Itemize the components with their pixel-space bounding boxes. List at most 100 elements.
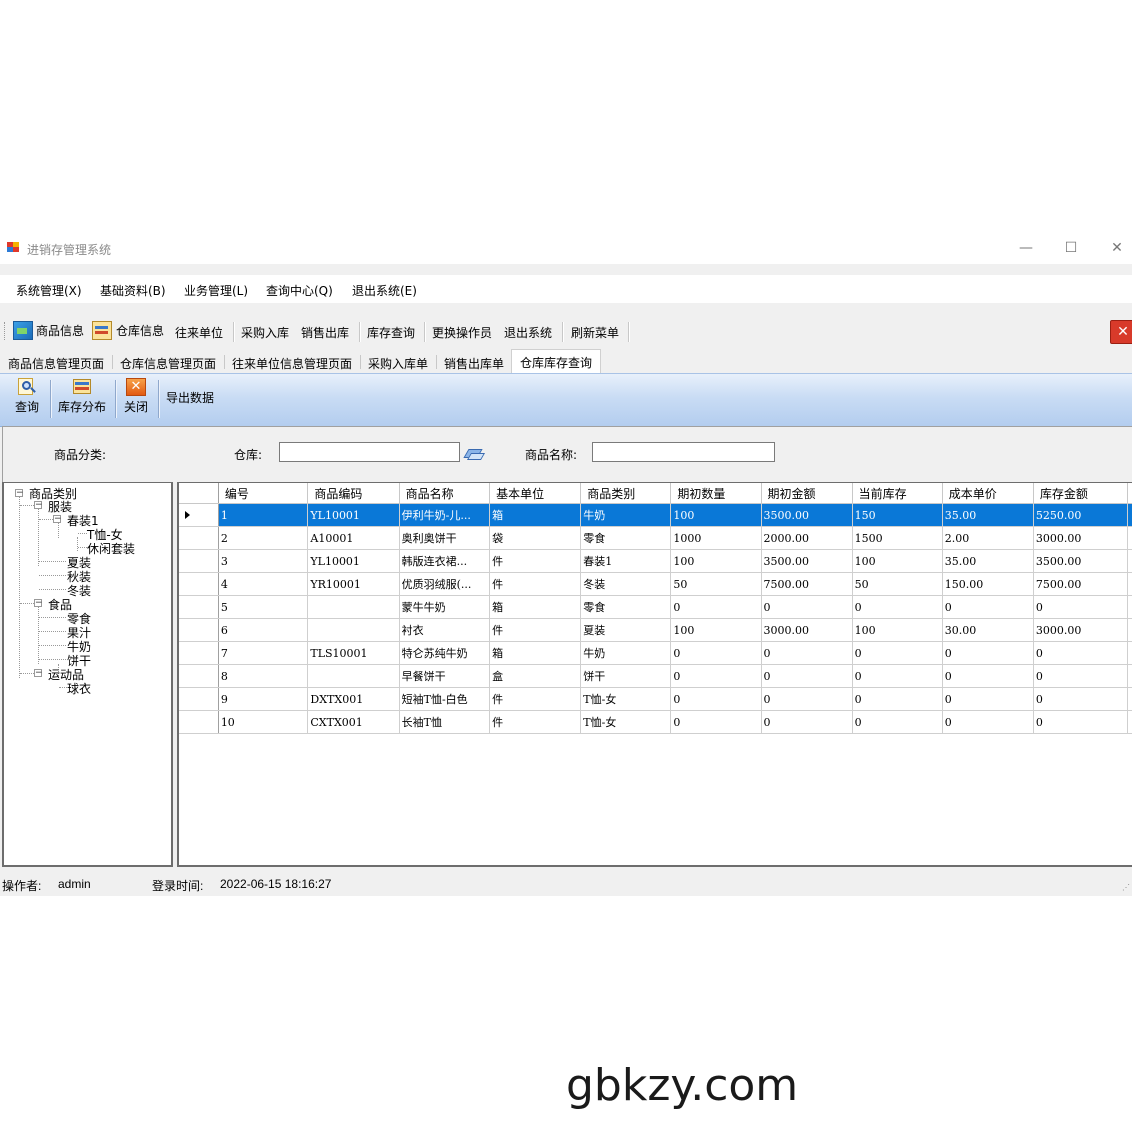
table-cell[interactable]: 0 (761, 664, 853, 688)
table-cell[interactable] (307, 595, 400, 619)
column-header[interactable]: 商品类别 (580, 483, 672, 504)
column-header[interactable]: 期初金额 (761, 483, 853, 504)
menu-exit[interactable]: 退出系统(E) (352, 282, 417, 299)
table-cell[interactable]: 冬装 (580, 572, 672, 596)
table-cell[interactable]: 35.00 (942, 503, 1034, 527)
table-cell[interactable]: 0 (1033, 595, 1129, 619)
table-row[interactable]: 3 YL10001 韩版连衣裙... 件春装1 100 3500.00 100 35.00 35… (179, 549, 1132, 573)
close-tab-icon[interactable]: ✕ (1110, 320, 1132, 344)
table-row[interactable]: 8 早餐饼干盒饼干 0 0 0 0 0 (179, 664, 1132, 688)
table-cell[interactable]: 衬衣 (399, 618, 491, 642)
toolbar-warehouse-info[interactable]: 仓库信息 (92, 321, 164, 340)
row-header[interactable] (179, 595, 219, 619)
table-cell[interactable]: 0 (670, 641, 762, 665)
maximize-button[interactable]: ☐ (1061, 239, 1081, 257)
table-cell[interactable]: 件 (489, 687, 582, 711)
menu-query-center[interactable]: 查询中心(Q) (266, 282, 333, 299)
toolbar-partners[interactable]: 往来单位 (175, 324, 223, 341)
query-button[interactable]: 查询 (10, 378, 44, 415)
table-cell[interactable]: 零食 (580, 526, 672, 550)
table-cell[interactable]: 夏装 (580, 618, 672, 642)
table-cell[interactable]: 箱 (489, 641, 582, 665)
product-name-input[interactable] (592, 442, 775, 462)
table-cell[interactable]: 0 (761, 641, 853, 665)
toolbar-exit-system[interactable]: 退出系统 (504, 324, 552, 341)
table-cell[interactable]: DXTX001 (307, 687, 400, 711)
table-row[interactable]: 10 CXTX001 长袖T恤件 T恤-女 0 0 0 0 0 (179, 710, 1132, 734)
table-cell[interactable]: 3500.00 (761, 503, 853, 527)
table-cell[interactable]: TLS10001 (307, 641, 400, 665)
table-cell[interactable]: 奥利奥饼干 (399, 526, 491, 550)
row-header[interactable] (179, 503, 219, 527)
table-cell[interactable]: 盒 (489, 664, 582, 688)
table-cell[interactable]: 0 (670, 687, 762, 711)
table-cell[interactable]: 长袖T恤 (399, 710, 491, 734)
table-cell[interactable]: 2000.00 (761, 526, 853, 550)
table-cell[interactable]: 件 (489, 549, 582, 573)
expand-toggle[interactable]: − (53, 515, 62, 524)
table-row[interactable]: 1 YL10001 伊利牛奶-儿... 箱牛奶 100 3500.00 150 35.00 52… (179, 503, 1132, 527)
table-cell[interactable]: 箱 (489, 503, 582, 527)
table-cell[interactable]: 0 (852, 664, 943, 688)
table-cell[interactable]: 35.00 (942, 549, 1034, 573)
table-row[interactable]: 7 TLS10001 特仑苏纯牛奶箱牛奶 0 0 0 0 0 (179, 641, 1132, 665)
table-cell[interactable]: 袋 (489, 526, 582, 550)
table-cell[interactable]: 10 (218, 710, 309, 734)
expand-toggle[interactable]: − (34, 669, 43, 678)
table-cell[interactable]: 5 (218, 595, 309, 619)
column-header[interactable]: 基本单位 (489, 483, 582, 504)
table-cell[interactable]: 0 (942, 664, 1034, 688)
row-header[interactable] (179, 549, 219, 573)
table-cell[interactable]: 件 (489, 618, 582, 642)
table-cell[interactable]: 3500.00 (1033, 549, 1129, 573)
table-cell[interactable]: 0 (670, 595, 762, 619)
table-cell[interactable]: 30.00 (942, 618, 1034, 642)
table-cell[interactable]: 牛奶 (580, 503, 672, 527)
table-cell[interactable]: 春装1 (580, 549, 672, 573)
table-cell[interactable]: 7500.00 (761, 572, 853, 596)
warehouse-input[interactable] (279, 442, 460, 462)
table-cell[interactable]: 3000.00 (1033, 618, 1129, 642)
table-cell[interactable]: 0 (1033, 641, 1129, 665)
table-cell[interactable]: YL10001 (307, 549, 400, 573)
close-window-button[interactable]: ✕ (1107, 239, 1127, 257)
table-cell[interactable]: 0 (942, 595, 1034, 619)
column-header[interactable]: 期初数量 (670, 483, 762, 504)
row-header[interactable] (179, 710, 219, 734)
table-cell[interactable]: 7 (218, 641, 309, 665)
table-cell[interactable]: T恤-女 (580, 710, 672, 734)
table-cell[interactable]: 9 (218, 687, 309, 711)
table-cell[interactable]: 100 (670, 549, 762, 573)
toolbar-purchase-in[interactable]: 采购入库 (241, 324, 289, 341)
table-cell[interactable]: 件 (489, 710, 582, 734)
table-cell[interactable]: 100 (852, 618, 943, 642)
table-cell[interactable]: 50 (670, 572, 762, 596)
table-cell[interactable]: 韩版连衣裙... (399, 549, 491, 573)
table-cell[interactable]: 0 (852, 710, 943, 734)
table-row[interactable]: 5 蒙牛牛奶箱零食 0 0 0 0 0 (179, 595, 1132, 619)
row-header[interactable] (179, 618, 219, 642)
tab-purchase-in[interactable]: 采购入库单 (368, 352, 428, 372)
resize-grip-icon[interactable]: ⋰ (1122, 883, 1130, 892)
table-cell[interactable]: 箱 (489, 595, 582, 619)
table-row[interactable]: 6 衬衣件夏装 100 3000.00 100 30.00 3000.00 (179, 618, 1132, 642)
table-cell[interactable]: 6 (218, 618, 309, 642)
table-row[interactable]: 9 DXTX001 短袖T恤-白色件 T恤-女 0 0 0 0 0 (179, 687, 1132, 711)
table-cell[interactable]: 早餐饼干 (399, 664, 491, 688)
table-cell[interactable]: 0 (942, 641, 1034, 665)
table-cell[interactable]: 1500 (852, 526, 943, 550)
column-header[interactable]: 库存金额 (1033, 483, 1129, 504)
toolbar-refresh-menu[interactable]: 刷新菜单 (571, 324, 619, 341)
toolbar-grip[interactable] (4, 322, 7, 340)
table-cell[interactable]: 饼干 (580, 664, 672, 688)
table-cell[interactable]: 7500.00 (1033, 572, 1129, 596)
table-cell[interactable]: T恤-女 (580, 687, 672, 711)
table-cell[interactable]: 3000.00 (761, 618, 853, 642)
table-cell[interactable]: 0 (1033, 710, 1129, 734)
table-cell[interactable]: 0 (670, 710, 762, 734)
toolbar-stock-query[interactable]: 库存查询 (367, 324, 415, 341)
tab-stock-query[interactable]: 仓库库存查询 (511, 349, 602, 373)
column-header[interactable]: 成本单价 (942, 483, 1034, 504)
table-cell[interactable]: 8 (218, 664, 309, 688)
table-cell[interactable]: 100 (670, 618, 762, 642)
